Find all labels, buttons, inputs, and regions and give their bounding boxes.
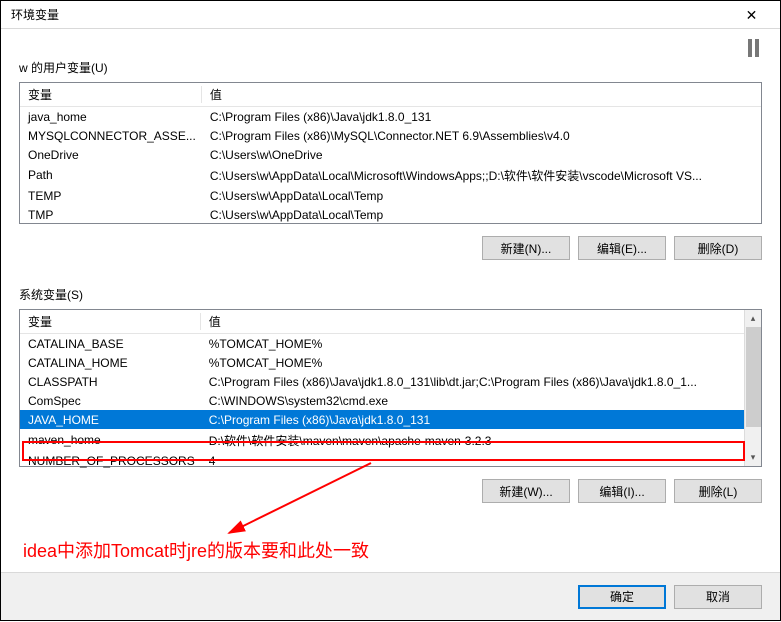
user-vars-buttons: 新建(N)... 编辑(E)... 删除(D) <box>19 236 762 260</box>
user-delete-button[interactable]: 删除(D) <box>674 236 762 260</box>
dialog-button-bar: 确定 取消 <box>1 572 780 620</box>
scrollbar-vertical[interactable]: ▴ ▾ <box>744 310 761 466</box>
decoration-notch <box>748 39 762 57</box>
table-row[interactable]: CATALINA_HOME%TOMCAT_HOME% <box>20 353 744 372</box>
scroll-up-icon[interactable]: ▴ <box>745 310 761 327</box>
cancel-button[interactable]: 取消 <box>674 585 762 609</box>
title-bar: 环境变量 ✕ <box>1 1 780 29</box>
annotation-text: idea中添加Tomcat时jre的版本要和此处一致 <box>23 537 369 563</box>
window-title: 环境变量 <box>11 6 729 23</box>
scroll-thumb[interactable] <box>746 327 761 427</box>
table-row[interactable]: maven_homeD:\软件\软件安装\maven\maven\apache-… <box>20 429 744 451</box>
system-delete-button[interactable]: 删除(L) <box>674 479 762 503</box>
table-row[interactable]: PathC:\Users\w\AppData\Local\Microsoft\W… <box>20 164 761 186</box>
system-vars-header: 变量 值 <box>20 310 744 334</box>
table-row[interactable]: java_homeC:\Program Files (x86)\Java\jdk… <box>20 107 761 127</box>
table-row[interactable]: ComSpecC:\WINDOWS\system32\cmd.exe <box>20 391 744 410</box>
table-row[interactable]: OneDriveC:\Users\w\OneDrive <box>20 145 761 164</box>
system-edit-button[interactable]: 编辑(I)... <box>578 479 666 503</box>
table-row[interactable]: CATALINA_BASE%TOMCAT_HOME% <box>20 334 744 354</box>
system-vars-listbox[interactable]: 变量 值 CATALINA_BASE%TOMCAT_HOME% CATALINA… <box>19 309 762 467</box>
system-vars-buttons: 新建(W)... 编辑(I)... 删除(L) <box>19 479 762 503</box>
col-header-name[interactable]: 变量 <box>20 83 202 107</box>
col-header-value[interactable]: 值 <box>201 310 744 334</box>
user-vars-listbox[interactable]: 变量 值 java_homeC:\Program Files (x86)\Jav… <box>19 82 762 224</box>
table-row[interactable]: CLASSPATHC:\Program Files (x86)\Java\jdk… <box>20 372 744 391</box>
user-edit-button[interactable]: 编辑(E)... <box>578 236 666 260</box>
table-row[interactable]: MYSQLCONNECTOR_ASSE...C:\Program Files (… <box>20 126 761 145</box>
system-new-button[interactable]: 新建(W)... <box>482 479 570 503</box>
col-header-name[interactable]: 变量 <box>20 310 201 334</box>
table-row-selected[interactable]: JAVA_HOMEC:\Program Files (x86)\Java\jdk… <box>20 410 744 429</box>
system-vars-label: 系统变量(S) <box>19 286 762 303</box>
close-button[interactable]: ✕ <box>729 1 774 28</box>
ok-button[interactable]: 确定 <box>578 585 666 609</box>
table-row[interactable]: TMPC:\Users\w\AppData\Local\Temp <box>20 205 761 224</box>
user-vars-header: 变量 值 <box>20 83 761 107</box>
table-row[interactable]: NUMBER_OF_PROCESSORS4 <box>20 451 744 470</box>
scroll-down-icon[interactable]: ▾ <box>745 449 761 466</box>
col-header-value[interactable]: 值 <box>202 83 761 107</box>
user-vars-label: w 的用户变量(U) <box>19 59 762 76</box>
table-row[interactable]: TEMPC:\Users\w\AppData\Local\Temp <box>20 186 761 205</box>
user-new-button[interactable]: 新建(N)... <box>482 236 570 260</box>
